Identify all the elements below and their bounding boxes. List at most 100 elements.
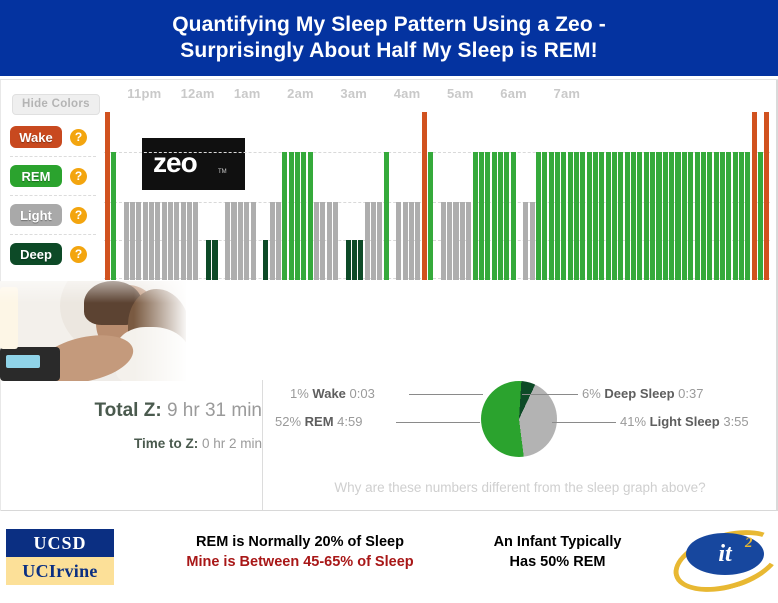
it2-logo: it 2 [666,518,778,603]
page-title: Quantifying My Sleep Pattern Using a Zeo… [132,12,646,63]
stage-row-wake[interactable]: Wake? [10,126,87,148]
stage-pill-rem[interactable]: REM [10,165,62,187]
hypnogram-bar [428,152,434,280]
time-tick-12am: 12am [180,86,215,101]
hypnogram-bar [383,152,389,280]
sleeper-photo [0,281,186,381]
hypnogram-bar [529,202,535,280]
help-icon-rem[interactable]: ? [70,167,87,185]
hypnogram-bar [757,152,763,280]
hypnogram-bar [700,152,706,280]
pie-question-link[interactable]: Why are these numbers different from the… [270,480,770,495]
hypnogram-bar [345,240,351,280]
pie-light-pct: 41% [620,414,647,429]
stage-pill-light[interactable]: Light [10,204,62,226]
stage-row-light[interactable]: Light? [10,204,87,226]
it2-logo-superscript: 2 [745,535,753,551]
footer: UCSD UCIrvine REM is Normally 20% of Sle… [0,511,778,603]
stage-row-deep[interactable]: Deep? [10,243,87,265]
hypnogram-bar [136,202,142,280]
hypnogram-bar [415,202,421,280]
ucsd-logo-bottom: UCIrvine [6,557,114,585]
stage-separator [10,234,96,235]
hypnogram-bar [548,152,554,280]
time-tick-2am: 2am [287,86,314,101]
hypnogram-bar [155,202,161,280]
time-to-z-label: Time to Z: [133,436,199,451]
hypnogram-bar [561,152,567,280]
time-to-z-value: 0 hr 2 min [201,436,262,451]
hypnogram-bar [650,152,656,280]
stage-pill-deep[interactable]: Deep [10,243,62,265]
hypnogram-plot: zeo TM [104,110,770,280]
hypnogram-bar [707,152,713,280]
hypnogram-bar [307,152,313,280]
time-to-z-row: Time to Z: 0 hr 2 min [70,436,262,451]
hypnogram-bar [453,202,459,280]
pie-wake-name: Wake [312,386,346,401]
pie-rem-time: 4:59 [337,414,363,429]
pie-wake-pct: 1% [290,386,309,401]
zeo-sleep-report-panel: Hide Colors Wake? REM? Light? Deep? 11pm 12a… [0,79,778,512]
totals-divider [262,380,263,510]
hypnogram-bar [288,152,294,280]
leader-deep [522,394,578,395]
hypnogram-bar [409,202,415,280]
hypnogram-bar [535,152,541,280]
time-tick-4am: 4am [393,86,421,101]
note-left-line-2: Mine is Between 45-65% of Sleep [186,553,414,570]
sleep-pie-chart [481,381,557,457]
hypnogram-bar [396,202,402,280]
hypnogram-bar [358,240,364,280]
note-right: An Infant Typically Has 50% REM [450,533,665,572]
hypnogram-bar [694,152,700,280]
hypnogram-bar [681,152,687,280]
hypnogram-bar [542,152,548,280]
title-line-1: Quantifying My Sleep Pattern Using a Zeo… [172,13,606,37]
hypnogram-bar [212,240,218,280]
pie-light-name: Light Sleep [649,414,720,429]
time-tick-3am: 3am [340,86,368,101]
note-right-line-1: An Infant Typically [493,534,622,550]
hypnogram-bar [206,240,212,280]
hypnogram-bar [110,152,117,280]
hypnogram-bar [510,152,516,280]
hypnogram-bar [130,202,136,280]
hypnogram-bar [161,202,167,280]
hypnogram-bar [656,152,662,280]
hypnogram-bar [371,202,377,280]
stage-separator [10,156,96,157]
hypnogram-bar [275,202,281,280]
hypnogram-bar [726,152,732,280]
hypnogram-bar [447,202,453,280]
leader-light [552,422,616,423]
help-icon-deep[interactable]: ? [70,245,87,263]
hypnogram-bar [637,152,643,280]
pie-deep-pct: 6% [582,386,601,401]
footer-notes: REM is Normally 20% of Sleep Mine is Bet… [150,533,670,572]
stage-row-rem[interactable]: REM? [10,165,87,187]
hypnogram-bar [662,152,668,280]
help-icon-light[interactable]: ? [70,206,87,224]
hypnogram-bar [142,202,148,280]
hypnogram-bar [719,152,725,280]
time-tick-5am: 5am [446,86,474,101]
pie-label-light: 41% Light Sleep 3:55 [620,414,749,429]
sleep-totals: Total Z: 9 hr 31 min Time to Z: 0 hr 2 m… [70,400,262,451]
hypnogram-bar [504,152,510,280]
stage-pill-wake[interactable]: Wake [10,126,62,148]
pie-rem-name: REM [304,414,334,429]
total-z-value: 9 hr 31 min [166,400,262,421]
hypnogram-bar [586,152,592,280]
hypnogram-bar [168,202,174,280]
hypnogram-bar [294,152,300,280]
pie-label-wake: 1% Wake 0:03 [290,386,375,401]
hypnogram-bar [377,202,383,280]
hypnogram-bar [643,152,649,280]
hypnogram-bar [193,202,199,280]
hypnogram-bar [631,152,637,280]
hide-colors-button[interactable]: Hide Colors [12,94,100,115]
hypnogram-bar [244,202,250,280]
hypnogram-bar [421,112,427,280]
help-icon-wake[interactable]: ? [70,128,87,146]
